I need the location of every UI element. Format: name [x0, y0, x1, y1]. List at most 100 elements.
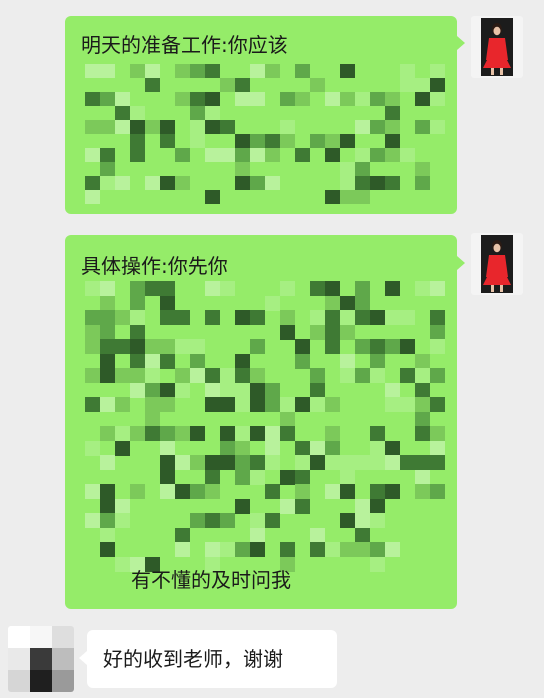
mosaic-cell — [295, 354, 310, 369]
mosaic-cell — [325, 455, 340, 470]
mosaic-cell — [175, 148, 190, 162]
mosaic-cell — [265, 134, 280, 148]
mosaic-cell — [430, 441, 445, 456]
mosaic-cell — [430, 484, 445, 499]
message-text-after-redaction: 有不懂的及时问我 — [131, 568, 291, 592]
mosaic-cell — [250, 528, 265, 543]
mosaic-cell — [175, 426, 190, 441]
mosaic-cell — [205, 64, 220, 78]
mosaic-cell — [385, 383, 400, 398]
mosaic-cell — [340, 162, 355, 176]
mosaic-cell — [220, 542, 235, 557]
mosaic-cell — [295, 339, 310, 354]
mosaic-cell — [265, 397, 280, 412]
mosaic-cell — [145, 383, 160, 398]
mosaic-cell — [325, 190, 340, 204]
avatar[interactable] — [471, 16, 523, 78]
mosaic-cell — [415, 78, 430, 92]
avatar[interactable] — [8, 626, 74, 692]
mosaic-cell — [400, 78, 415, 92]
mosaic-cell — [145, 120, 160, 134]
mosaic-cell — [160, 354, 175, 369]
mosaic-cell — [415, 383, 430, 398]
mosaic-cell — [415, 92, 430, 106]
mosaic-cell — [250, 513, 265, 528]
mosaic-cell — [115, 310, 130, 325]
mosaic-cell — [205, 190, 220, 204]
mosaic-cell — [100, 484, 115, 499]
mosaic-cell — [115, 426, 130, 441]
mosaic-cell — [130, 325, 145, 340]
mosaic-cell — [130, 484, 145, 499]
mosaic-cell — [340, 484, 355, 499]
mosaic-cell — [295, 484, 310, 499]
mosaic-cell — [280, 281, 295, 296]
mosaic-cell — [385, 484, 400, 499]
message-bubble[interactable]: 明天的准备工作:你应该 — [65, 16, 457, 214]
mosaic-cell — [415, 162, 430, 176]
mosaic-cell — [430, 397, 445, 412]
mosaic-cell — [100, 513, 115, 528]
mosaic-cell — [160, 441, 175, 456]
mosaic-cell — [220, 148, 235, 162]
mosaic-cell — [430, 64, 445, 78]
mosaic-cell — [100, 397, 115, 412]
mosaic-cell — [415, 176, 430, 190]
mosaic-cell — [130, 426, 145, 441]
mosaic-cell — [85, 310, 100, 325]
mosaic-cell — [385, 339, 400, 354]
mosaic-cell — [235, 455, 250, 470]
mosaic-cell — [385, 148, 400, 162]
mosaic-cell — [115, 106, 130, 120]
mosaic-cell — [115, 368, 130, 383]
mosaic-cell — [415, 397, 430, 412]
mosaic-cell — [325, 484, 340, 499]
mosaic-cell — [280, 92, 295, 106]
mosaic-cell — [340, 368, 355, 383]
mosaic-cell — [220, 368, 235, 383]
mosaic-cell — [370, 120, 385, 134]
mosaic-cell — [100, 281, 115, 296]
mosaic-cell — [340, 92, 355, 106]
mosaic-cell — [340, 325, 355, 340]
mosaic-cell — [310, 528, 325, 543]
mosaic-cell — [85, 397, 100, 412]
mosaic-cell — [310, 383, 325, 398]
mosaic-cell — [355, 499, 370, 514]
mosaic-cell — [355, 339, 370, 354]
mosaic-cell — [340, 354, 355, 369]
mosaic-cell — [355, 120, 370, 134]
message-bubble[interactable]: 好的收到老师，谢谢 — [87, 630, 337, 688]
mosaic-cell — [235, 368, 250, 383]
mosaic-cell — [160, 484, 175, 499]
mosaic-cell — [340, 134, 355, 148]
mosaic-cell — [325, 426, 340, 441]
mosaic-cell — [370, 455, 385, 470]
mosaic-cell — [235, 92, 250, 106]
mosaic-cell — [370, 310, 385, 325]
mosaic-cell — [205, 484, 220, 499]
mosaic-cell — [430, 92, 445, 106]
mosaic-cell — [325, 134, 340, 148]
mosaic-cell — [175, 92, 190, 106]
mosaic-cell — [190, 455, 205, 470]
mosaic-cell — [85, 441, 100, 456]
mosaic-cell — [205, 542, 220, 557]
mosaic-cell — [355, 92, 370, 106]
mosaic-cell — [280, 542, 295, 557]
mosaic-cell — [130, 120, 145, 134]
mosaic-cell — [325, 542, 340, 557]
mosaic-cell — [130, 339, 145, 354]
mosaic-cell — [265, 513, 280, 528]
mosaic-cell — [130, 296, 145, 311]
mosaic-cell — [430, 120, 445, 134]
message-bubble[interactable]: 具体操作:你先你 有不懂的及时问我 — [65, 235, 457, 609]
mosaic-cell — [280, 470, 295, 485]
mosaic-cell — [100, 368, 115, 383]
mosaic-cell — [205, 455, 220, 470]
mosaic-cell — [190, 134, 205, 148]
mosaic-cell — [220, 397, 235, 412]
mosaic-cell — [175, 310, 190, 325]
avatar[interactable] — [471, 233, 523, 295]
mosaic-cell — [265, 426, 280, 441]
